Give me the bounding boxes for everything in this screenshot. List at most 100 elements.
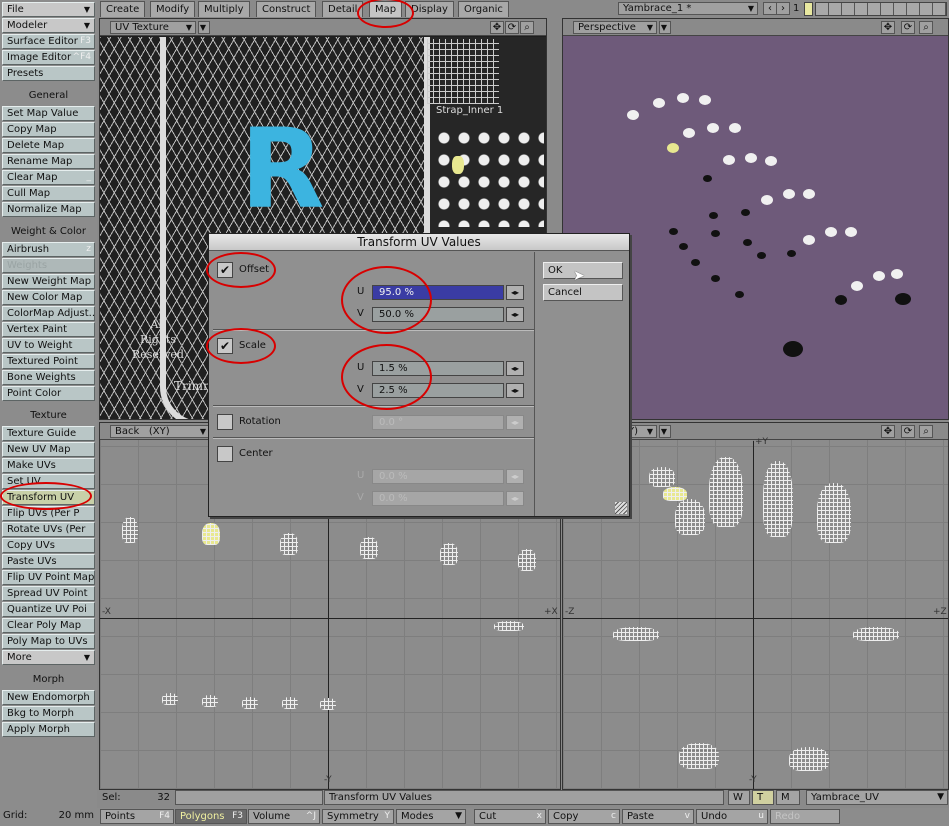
- perspective-options-dropdown[interactable]: ▼: [659, 21, 671, 34]
- more-menu-button[interactable]: More ▼: [2, 650, 95, 665]
- set-map-value-button[interactable]: Set Map Value: [2, 106, 95, 121]
- new-endomorph-button[interactable]: New Endomorph: [2, 690, 95, 705]
- copy-map-button[interactable]: Copy Map: [2, 122, 95, 137]
- rename-map-button[interactable]: Rename Map: [2, 154, 95, 169]
- clear-map-button[interactable]: Clear Map _: [2, 170, 95, 185]
- bone-weights-button[interactable]: Bone Weights: [2, 370, 95, 385]
- normalize-map-button[interactable]: Normalize Map: [2, 202, 95, 217]
- set-uv-button[interactable]: Set UV: [2, 474, 95, 489]
- redo-button[interactable]: Redo: [770, 809, 840, 824]
- point-color-button[interactable]: Point Color: [2, 386, 95, 401]
- textured-point-button[interactable]: Textured Point: [2, 354, 95, 369]
- side-zoom-view-icon[interactable]: ⌕: [919, 425, 933, 438]
- weight-map-button[interactable]: W: [728, 790, 750, 805]
- apply-morph-button[interactable]: Apply Morph: [2, 722, 95, 737]
- offset-v-input[interactable]: 50.0 %: [372, 307, 504, 322]
- next-layer-arrow-icon[interactable]: ›: [776, 2, 790, 15]
- side-rotate-view-icon[interactable]: ⟳: [901, 425, 915, 438]
- copy-uvs-button[interactable]: Copy UVs: [2, 538, 95, 553]
- symmetry-button[interactable]: Symmetry Y: [322, 809, 394, 824]
- layer-boxes[interactable]: [815, 2, 947, 16]
- scale-checkbox[interactable]: ✔: [217, 338, 233, 354]
- zoom-view-icon[interactable]: ⌕: [520, 21, 534, 34]
- offset-checkbox[interactable]: ✔: [217, 262, 233, 278]
- scale-v-spinner-icon[interactable]: ◂▸: [506, 383, 524, 398]
- persp-rotate-view-icon[interactable]: ⟳: [901, 21, 915, 34]
- clear-poly-map-button[interactable]: Clear Poly Map: [2, 618, 95, 633]
- offset-u-input[interactable]: 95.0 %: [372, 285, 504, 300]
- layer-box-active[interactable]: [804, 2, 813, 16]
- quantize-uv-button[interactable]: Quantize UV Poi: [2, 602, 95, 617]
- tab-organic[interactable]: Organic: [458, 1, 509, 17]
- vertex-map-dropdown[interactable]: Yambrace_UV ▼: [806, 790, 948, 805]
- scale-u-spinner-icon[interactable]: ◂▸: [506, 361, 524, 376]
- paste-button[interactable]: Paste v: [622, 809, 694, 824]
- cancel-button[interactable]: Cancel: [543, 284, 623, 301]
- delete-map-button[interactable]: Delete Map: [2, 138, 95, 153]
- uv-to-weight-button[interactable]: UV to Weight: [2, 338, 95, 353]
- new-weight-map-button[interactable]: New Weight Map: [2, 274, 95, 289]
- tab-construct[interactable]: Construct: [256, 1, 317, 17]
- rotate-view-icon[interactable]: ⟳: [505, 21, 519, 34]
- undo-button[interactable]: Undo u: [696, 809, 768, 824]
- morph-map-button[interactable]: M: [776, 790, 800, 805]
- vertex-paint-button[interactable]: Vertex Paint: [2, 322, 95, 337]
- bkg-to-morph-button[interactable]: Bkg to Morph: [2, 706, 95, 721]
- offset-u-spinner-icon[interactable]: ◂▸: [506, 285, 524, 300]
- spread-uv-point-button[interactable]: Spread UV Point: [2, 586, 95, 601]
- rotation-checkbox[interactable]: [217, 414, 233, 430]
- side-options-dropdown[interactable]: ▼: [659, 425, 671, 438]
- move-view-icon[interactable]: ✥: [490, 21, 504, 34]
- scale-u-input[interactable]: 1.5 %: [372, 361, 504, 376]
- perspective-view-mode-dropdown[interactable]: Perspective ▼: [573, 21, 657, 34]
- airbrush-button[interactable]: Airbrush z: [2, 242, 95, 257]
- points-mode-button[interactable]: Points F4: [100, 809, 174, 824]
- polygons-mode-button[interactable]: Polygons F3: [175, 809, 247, 824]
- rotation-input[interactable]: 0.0 °: [372, 415, 504, 430]
- back-view-mode-dropdown[interactable]: Back (XY) ▼: [110, 425, 210, 438]
- cull-map-button[interactable]: Cull Map: [2, 186, 95, 201]
- tab-display[interactable]: Display: [405, 1, 454, 17]
- persp-move-view-icon[interactable]: ✥: [881, 21, 895, 34]
- tab-modify[interactable]: Modify: [150, 1, 196, 17]
- uv-view-options-dropdown[interactable]: ▼: [198, 21, 210, 34]
- paste-uvs-button[interactable]: Paste UVs: [2, 554, 95, 569]
- center-u-input[interactable]: 0.0 %: [372, 469, 504, 484]
- colormap-adjust-button[interactable]: ColorMap Adjust...: [2, 306, 95, 321]
- transform-uv-button[interactable]: Transform UV: [2, 490, 95, 505]
- flip-uvs-button[interactable]: Flip UVs (Per P: [2, 506, 95, 521]
- tab-map[interactable]: Map: [369, 1, 403, 17]
- uv-view-mode-dropdown[interactable]: UV Texture ▼: [110, 21, 196, 34]
- new-color-map-button[interactable]: New Color Map: [2, 290, 95, 305]
- tab-multiply[interactable]: Multiply: [198, 1, 250, 17]
- file-menu-button[interactable]: File ▼: [2, 2, 95, 17]
- cut-button[interactable]: Cut x: [474, 809, 546, 824]
- poly-map-to-uvs-button[interactable]: Poly Map to UVs: [2, 634, 95, 649]
- presets-button[interactable]: Presets: [2, 66, 95, 81]
- tab-create[interactable]: Create: [100, 1, 146, 17]
- rotate-uvs-button[interactable]: Rotate UVs (Per: [2, 522, 95, 537]
- volume-mode-button[interactable]: Volume ^J: [248, 809, 320, 824]
- side-move-view-icon[interactable]: ✥: [881, 425, 895, 438]
- prev-layer-arrow-icon[interactable]: ‹: [763, 2, 777, 15]
- modes-dropdown[interactable]: Modes ▼: [396, 809, 466, 824]
- center-v-spinner-icon[interactable]: ◂▸: [506, 491, 524, 506]
- surface-editor-button[interactable]: Surface Editor F3: [2, 34, 95, 49]
- offset-v-spinner-icon[interactable]: ◂▸: [506, 307, 524, 322]
- center-v-input[interactable]: 0.0 %: [372, 491, 504, 506]
- new-uv-map-button[interactable]: New UV Map: [2, 442, 95, 457]
- modeler-menu-button[interactable]: Modeler ▼: [2, 18, 95, 33]
- weights-button[interactable]: Weights: [2, 258, 95, 273]
- object-select-dropdown[interactable]: Yambrace_1 * ▼: [618, 2, 758, 15]
- center-checkbox[interactable]: [217, 446, 233, 462]
- center-u-spinner-icon[interactable]: ◂▸: [506, 469, 524, 484]
- persp-zoom-view-icon[interactable]: ⌕: [919, 21, 933, 34]
- flip-uv-point-map-button[interactable]: Flip UV Point Map: [2, 570, 95, 585]
- texture-guide-button[interactable]: Texture Guide: [2, 426, 95, 441]
- resize-grip-icon[interactable]: [615, 502, 627, 514]
- image-editor-button[interactable]: Image Editor ^F4: [2, 50, 95, 65]
- texture-map-button[interactable]: T: [752, 790, 774, 805]
- make-uvs-button[interactable]: Make UVs: [2, 458, 95, 473]
- copy-button[interactable]: Copy c: [548, 809, 620, 824]
- tab-detail[interactable]: Detail: [322, 1, 364, 17]
